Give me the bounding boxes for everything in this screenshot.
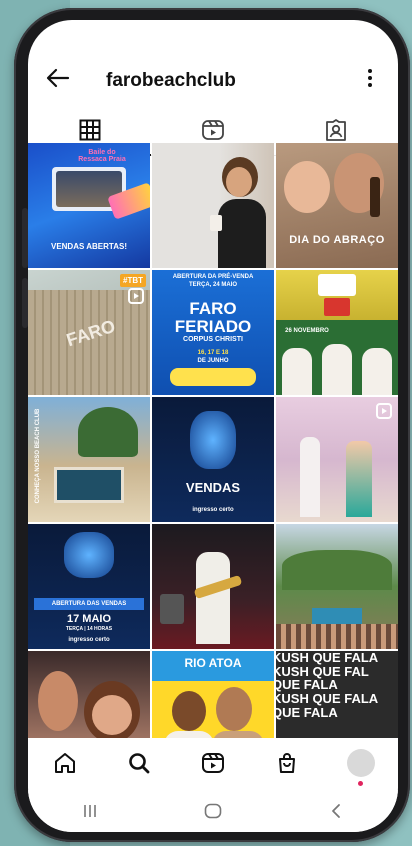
dancer-2 — [346, 441, 372, 517]
home-icon — [55, 753, 75, 773]
ticket-brand: ingresso certo — [68, 637, 110, 643]
avatar — [347, 749, 375, 786]
nav-profile[interactable] — [341, 743, 381, 786]
tile-subtitle: CORPUS CHRISTI — [183, 336, 243, 343]
tbt-badge: #TBT — [120, 274, 146, 287]
post-tile-6[interactable]: 26 NOVEMBRO — [276, 270, 398, 395]
person-3 — [362, 348, 392, 395]
tile-date: 26 NOVEMBRO — [285, 328, 329, 334]
person-2-face — [216, 687, 252, 731]
bottle — [370, 177, 380, 217]
nav-search[interactable] — [119, 743, 159, 783]
pattern-line: KUSH QUE FALA — [276, 690, 379, 706]
tbt-badge-text: #TBT — [123, 276, 143, 285]
reels-icon — [202, 753, 224, 773]
grid-icon — [79, 119, 101, 140]
system-navigation-bar — [28, 790, 398, 832]
artist-portrait — [64, 532, 114, 578]
text-pattern: KUSH QUE FALA KUSH QUE FAL QUE FALA KUSH… — [276, 651, 398, 719]
tile-label: VENDAS — [185, 480, 241, 495]
pattern-line: QUE FALA — [276, 677, 338, 693]
tile-caption: DIA DO ABRAÇO — [289, 234, 385, 246]
post-tile-4[interactable]: FARO #TBT — [28, 270, 150, 395]
red-badge — [324, 298, 350, 316]
person-1 — [282, 348, 312, 395]
post-tile-7[interactable]: CONHEÇA NOSSO BEACH CLUB — [28, 397, 150, 522]
pattern-line: QUE FALA — [276, 704, 338, 720]
tile-top: ABERTURA DA PRÉ-VENDA — [172, 274, 254, 280]
info-banner — [170, 368, 256, 386]
posts-grid: Baile do Ressaca Praia VENDAS ABERTAS! D… — [28, 143, 398, 743]
post-tile-3[interactable]: DIA DO ABRAÇO — [276, 143, 398, 268]
crowd — [276, 624, 398, 649]
notification-dot — [358, 781, 363, 786]
post-tile-10[interactable]: ABERTURA DAS VENDAS 17 MAIO TERÇA | 14 H… — [28, 524, 150, 649]
nav-home[interactable] — [45, 743, 85, 783]
person-face — [38, 671, 78, 731]
pattern-line: KUSH QUE FALA — [276, 651, 379, 665]
post-tile-13[interactable] — [28, 651, 150, 743]
post-tile-2[interactable] — [152, 143, 274, 268]
post-tile-9[interactable] — [276, 397, 398, 522]
post-tile-5[interactable]: ABERTURA DA PRÉ-VENDA TERÇA, 24 MAIO FAR… — [152, 270, 274, 395]
search-icon — [129, 753, 150, 774]
recent-apps-button[interactable] — [70, 796, 110, 826]
shopping-bag-icon — [279, 753, 295, 773]
bottom-navigation — [28, 738, 398, 788]
post-tile-14[interactable]: RIO ATOA — [152, 651, 274, 743]
home-button[interactable] — [193, 796, 233, 826]
nav-shop[interactable] — [267, 743, 307, 783]
tile-title: Baile do Ressaca Praia — [78, 149, 126, 164]
post-tile-15[interactable]: KUSH QUE FALA KUSH QUE FAL QUE FALA KUSH… — [276, 651, 398, 743]
hillside — [282, 550, 392, 590]
drum-kit — [160, 594, 184, 624]
person-1-face — [172, 691, 206, 731]
woman-face — [226, 167, 252, 197]
home-circle-icon — [204, 803, 222, 819]
more-options-icon[interactable] — [358, 64, 382, 92]
woman-body — [218, 199, 266, 268]
back-arrow-icon[interactable] — [44, 64, 72, 92]
dancer-1 — [300, 437, 320, 517]
chevron-left-icon — [332, 804, 341, 818]
tagged-icon — [326, 118, 347, 141]
tile-subtitle: VENDAS ABERTAS! — [50, 242, 127, 251]
tile-month: DE JUNHO — [197, 358, 229, 364]
person-face-2 — [92, 695, 132, 735]
drink-cup — [210, 215, 222, 231]
back-button[interactable] — [316, 796, 356, 826]
tile-vertical-text: CONHEÇA NOSSO BEACH CLUB — [35, 408, 41, 504]
ticket-brand: ingresso certo — [192, 507, 234, 513]
pattern-line: KUSH QUE FAL — [276, 663, 369, 679]
profile-username: farobeachclub — [106, 70, 236, 91]
tile-subtitle: TERÇA | 14 HORAS — [65, 626, 113, 632]
performer — [196, 552, 230, 644]
palm-tree — [78, 407, 138, 457]
pool — [54, 467, 124, 503]
reel-play-icon — [128, 288, 144, 304]
tile-date: TERÇA, 24 MAIO — [188, 282, 237, 288]
post-tile-1[interactable]: Baile do Ressaca Praia VENDAS ABERTAS! — [28, 143, 150, 268]
tile-title: RIO ATOA — [182, 657, 244, 670]
tile-title-2: FERIADO — [174, 317, 252, 336]
post-tile-11[interactable] — [152, 524, 274, 649]
artist-portrait — [190, 411, 236, 469]
post-tile-12[interactable] — [276, 524, 398, 649]
profile-header: farobeachclub — [28, 20, 398, 104]
person-face — [284, 161, 330, 213]
sales-bar-text: ABERTURA DAS VENDAS — [51, 601, 127, 607]
nav-reels[interactable] — [193, 743, 233, 783]
logo-box — [318, 274, 356, 296]
recents-icon — [83, 805, 96, 817]
person-2 — [322, 344, 352, 395]
phone-screen: farobeachclub Baile do Ressaca Praia VEN… — [28, 20, 398, 832]
tile-dates: 16, 17 E 18 — [197, 350, 229, 356]
tile-date: 17 MAIO — [66, 613, 111, 625]
reel-play-icon — [376, 403, 392, 419]
reels-icon — [202, 119, 224, 140]
post-tile-8[interactable]: VENDAS ingresso certo — [152, 397, 274, 522]
tile-title-1: FARO — [189, 299, 237, 318]
